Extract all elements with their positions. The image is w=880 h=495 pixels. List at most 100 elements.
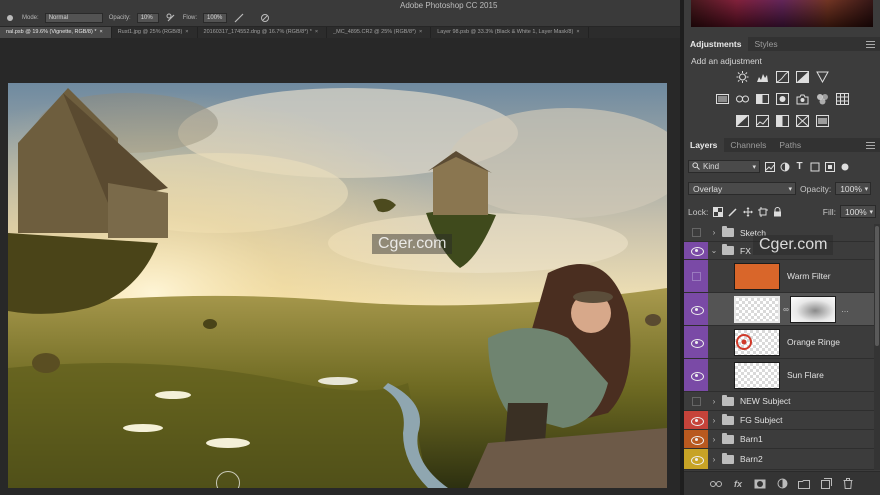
type-filter-icon[interactable]: T xyxy=(794,161,805,172)
channel-mixer-icon[interactable] xyxy=(815,93,829,105)
lock-position-icon[interactable] xyxy=(742,206,753,217)
layer-row-new-subject[interactable]: › NEW Subject xyxy=(684,392,874,411)
doc-tab-label: Rust1.jpg @ 25% (RGB/8) xyxy=(117,29,183,35)
gradient-map-icon[interactable] xyxy=(815,115,829,127)
layer-row-barn1[interactable]: › Barn1 xyxy=(684,430,874,449)
visibility-toggle[interactable] xyxy=(684,430,708,448)
canvas-area[interactable]: Cger.com xyxy=(0,38,680,495)
hidden-eye-box xyxy=(691,396,701,406)
invert-icon[interactable] xyxy=(735,115,749,127)
fill-input[interactable]: 100% ▾ xyxy=(840,205,876,218)
layer-row-fg-subject[interactable]: › FG Subject xyxy=(684,411,874,430)
selective-color-icon[interactable] xyxy=(795,115,809,127)
lock-artboard-icon[interactable] xyxy=(757,206,768,217)
layer-row-warm-filter[interactable]: Warm Filter xyxy=(684,260,874,293)
doc-tab-5[interactable]: Layer 98.psb @ 33.3% (Black & White 1, L… xyxy=(431,27,589,38)
layer-row-barn2[interactable]: › Barn2 xyxy=(684,449,874,470)
chevron-down-icon[interactable]: ⌄ xyxy=(710,246,718,255)
filter-kind-select[interactable]: Kind ▾ xyxy=(688,160,760,173)
panel-menu-icon[interactable] xyxy=(866,141,875,149)
chevron-right-icon[interactable]: › xyxy=(710,416,718,425)
color-lookup-icon[interactable] xyxy=(835,93,849,105)
link-icon[interactable]: ∞ xyxy=(782,305,790,314)
hue-saturation-icon[interactable] xyxy=(735,93,749,105)
new-adjustment-icon[interactable] xyxy=(776,477,789,490)
color-picker-field[interactable] xyxy=(691,0,873,27)
layer-row-selected[interactable]: ∞ … xyxy=(684,293,874,326)
new-group-icon[interactable] xyxy=(798,477,811,490)
tab-adjustments[interactable]: Adjustments xyxy=(684,37,749,51)
fx-icon[interactable]: fx xyxy=(732,477,745,490)
curves-icon[interactable] xyxy=(775,71,789,83)
visibility-toggle[interactable] xyxy=(684,326,708,358)
color-balance-icon[interactable] xyxy=(755,93,769,105)
smart-object-filter-icon[interactable] xyxy=(824,161,835,172)
layer-opacity-input[interactable]: 100% ▾ xyxy=(835,182,872,195)
visibility-toggle[interactable] xyxy=(684,411,708,429)
levels-icon[interactable] xyxy=(755,71,769,83)
blend-mode-select[interactable]: Overlay ▾ xyxy=(688,182,796,195)
posterize-icon[interactable] xyxy=(755,115,769,127)
gradient-triangle-icon[interactable] xyxy=(815,71,829,83)
lock-all-icon[interactable] xyxy=(772,206,783,217)
adjustment-filter-icon[interactable] xyxy=(779,161,790,172)
tab-channels[interactable]: Channels xyxy=(724,138,773,152)
tab-styles[interactable]: Styles xyxy=(748,37,784,51)
layer-row-orange-ringe[interactable]: Orange Ringe xyxy=(684,326,874,359)
photo-filter-icon[interactable] xyxy=(795,93,809,105)
folder-icon xyxy=(722,394,734,406)
brightness-contrast-icon[interactable] xyxy=(735,71,749,83)
pressure-size-icon[interactable] xyxy=(259,13,271,24)
airbrush-icon[interactable] xyxy=(233,13,245,24)
layers-scrollbar[interactable] xyxy=(874,224,880,470)
visibility-toggle[interactable] xyxy=(684,359,708,391)
layer-row-sun-flare[interactable]: Sun Flare xyxy=(684,359,874,392)
layer-mask-thumbnail[interactable] xyxy=(790,295,836,323)
opacity-input[interactable]: 10% xyxy=(136,13,159,23)
flow-input[interactable]: 100% xyxy=(203,13,228,23)
lock-pixels-icon[interactable] xyxy=(727,206,738,217)
close-icon[interactable]: × xyxy=(315,29,318,35)
scrollbar-thumb[interactable] xyxy=(875,226,879,346)
panel-menu-icon[interactable] xyxy=(866,40,875,48)
filter-toggle-icon[interactable] xyxy=(839,161,850,172)
pixel-filter-icon[interactable] xyxy=(764,161,775,172)
pressure-opacity-icon[interactable] xyxy=(165,13,177,24)
close-icon[interactable]: × xyxy=(576,29,579,35)
shape-filter-icon[interactable] xyxy=(809,161,820,172)
threshold-icon[interactable] xyxy=(775,115,789,127)
vibrance-icon[interactable] xyxy=(715,93,729,105)
visibility-toggle[interactable] xyxy=(684,449,708,469)
black-white-icon[interactable] xyxy=(775,93,789,105)
visibility-toggle[interactable] xyxy=(684,242,708,259)
watermark: Cger.com xyxy=(753,235,834,255)
doc-tab-2[interactable]: Rust1.jpg @ 25% (RGB/8) × xyxy=(112,27,198,38)
close-icon[interactable]: × xyxy=(99,29,102,35)
visibility-toggle[interactable] xyxy=(684,392,708,410)
lock-transparency-icon[interactable] xyxy=(712,206,723,217)
tab-paths[interactable]: Paths xyxy=(773,138,808,152)
visibility-toggle[interactable] xyxy=(684,293,708,325)
doc-tab-3[interactable]: 20160317_174552.dng @ 16.7% (RGB/8*) * × xyxy=(198,27,328,38)
chevron-right-icon[interactable]: › xyxy=(710,455,718,464)
exposure-icon[interactable] xyxy=(795,71,809,83)
tab-layers[interactable]: Layers xyxy=(684,138,725,152)
chevron-right-icon[interactable]: › xyxy=(710,397,718,406)
new-layer-icon[interactable] xyxy=(820,477,833,490)
mode-label: Mode: xyxy=(22,15,39,21)
visibility-toggle[interactable] xyxy=(684,224,708,241)
visibility-toggle[interactable] xyxy=(684,260,708,292)
doc-tab-4[interactable]: _MC_4895.CR2 @ 25% (RGB/8*) × xyxy=(327,27,432,38)
mode-select[interactable]: Normal xyxy=(44,13,103,23)
add-mask-icon[interactable] xyxy=(754,477,767,490)
link-layers-icon[interactable] xyxy=(710,477,723,490)
chevron-right-icon[interactable]: › xyxy=(710,435,718,444)
trash-icon[interactable] xyxy=(842,477,855,490)
close-icon[interactable]: × xyxy=(185,29,188,35)
document-canvas[interactable] xyxy=(8,83,667,488)
brush-preset-icon[interactable] xyxy=(4,13,16,24)
doc-tab-1[interactable]: nal.psb @ 19.6% (Vignette, RGB/8) * × xyxy=(0,27,112,38)
close-icon[interactable]: × xyxy=(419,29,422,35)
chevron-right-icon[interactable]: › xyxy=(710,228,718,237)
layer-thumbnail xyxy=(734,361,780,389)
